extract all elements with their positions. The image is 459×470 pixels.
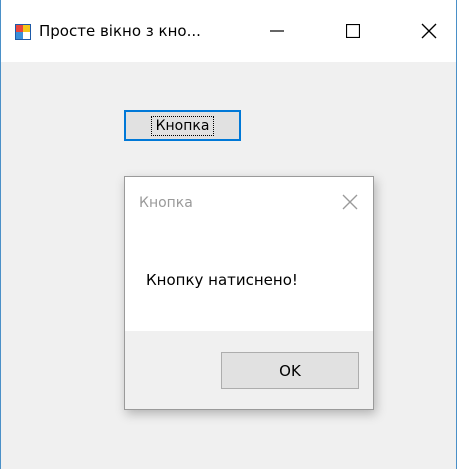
main-window: Просте вікно з кно... Кнопка Кнопка Кноп… [0, 0, 457, 469]
dialog-title: Кнопка [139, 195, 193, 211]
dialog-footer: OK [125, 331, 373, 409]
ok-button[interactable]: OK [221, 352, 359, 389]
maximize-icon [346, 24, 360, 38]
close-icon[interactable] [341, 193, 359, 211]
title-bar[interactable]: Просте вікно з кно... [1, 0, 456, 62]
minimize-button[interactable] [247, 0, 307, 62]
minimize-icon [270, 30, 284, 32]
maximize-button[interactable] [323, 0, 383, 62]
close-icon [421, 23, 437, 39]
window-title: Просте вікно з кно... [39, 22, 201, 40]
close-button[interactable] [399, 0, 459, 62]
main-button-label: Кнопка [150, 115, 215, 136]
dialog-message: Кнопку натиснено! [146, 271, 298, 289]
app-icon [15, 24, 31, 40]
main-button[interactable]: Кнопка [124, 110, 241, 141]
message-dialog: Кнопка Кнопку натиснено! OK [124, 176, 374, 410]
